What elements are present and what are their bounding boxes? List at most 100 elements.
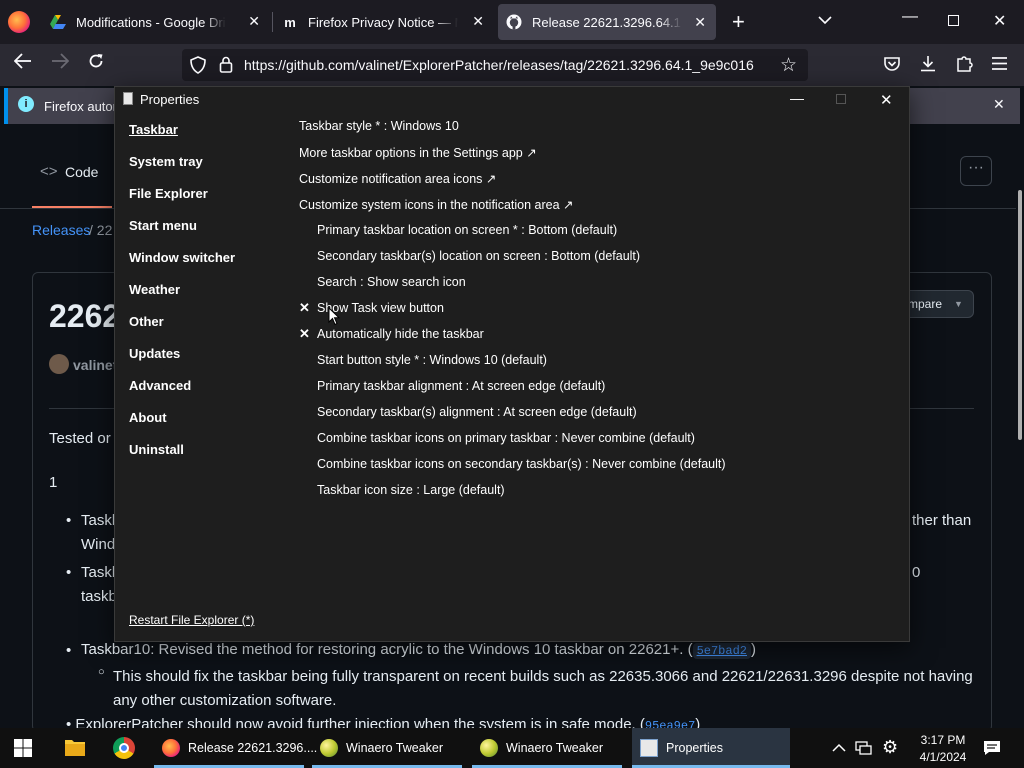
new-tab-button[interactable]: +	[732, 9, 745, 35]
taskbar-button[interactable]: Winaero Tweaker	[472, 728, 622, 768]
restart-file-explorer-link[interactable]: Restart File Explorer (*)	[129, 613, 254, 627]
bullet-text: taskb	[81, 588, 117, 605]
code-brackets-icon: <>	[40, 163, 58, 180]
url-text: https://github.com/valinet/ExplorerPatch…	[244, 57, 754, 73]
bullet-text: Wind	[81, 536, 116, 553]
bullet-taskbar10: Taskbar10: Revised the method for restor…	[81, 641, 756, 659]
nav-item-start-menu[interactable]: Start menu	[129, 218, 197, 233]
author-name[interactable]: valinet	[73, 357, 117, 373]
show-hidden-icons-chevron-icon[interactable]	[832, 740, 846, 758]
github-icon	[506, 14, 522, 30]
close-tab-icon[interactable]: ✕	[472, 13, 484, 30]
bullet-dot: •	[66, 564, 72, 581]
option-row[interactable]: Customize system icons in the notificati…	[299, 197, 573, 212]
commit-hash-link[interactable]: 5e7bad2	[692, 643, 751, 659]
downloads-icon[interactable]	[920, 55, 936, 77]
taskbar-button[interactable]: Release 22621.3296....	[154, 728, 317, 768]
nav-item-window-switcher[interactable]: Window switcher	[129, 250, 235, 265]
code-tab[interactable]: Code	[65, 164, 98, 180]
option-row[interactable]: Search : Show search icon	[317, 275, 466, 289]
tab-google-drive[interactable]: Modifications - Google Drive ✕	[50, 0, 270, 44]
taskbar-button[interactable]: Winaero Tweaker	[312, 728, 462, 768]
chrome-icon[interactable]	[113, 737, 135, 759]
dialog-minimize-icon[interactable]: —	[790, 90, 804, 106]
nav-item-weather[interactable]: Weather	[129, 282, 180, 297]
close-window-icon[interactable]: ✕	[993, 11, 1006, 31]
bullet-text: 0	[912, 564, 921, 581]
taskbar-button[interactable]: Properties	[632, 728, 790, 768]
option-row[interactable]: Taskbar style * : Windows 10	[299, 119, 459, 133]
mouse-cursor-icon	[328, 306, 341, 331]
active-tab-underline	[32, 206, 112, 208]
lock-icon[interactable]	[219, 56, 233, 78]
close-tab-icon[interactable]: ✕	[248, 13, 260, 30]
nav-item-about[interactable]: About	[129, 410, 167, 425]
extensions-puzzle-icon[interactable]	[956, 54, 973, 77]
network-icon[interactable]	[855, 740, 872, 761]
more-options-button[interactable]: ···	[960, 156, 992, 186]
bullet-dot: •	[66, 512, 72, 529]
nav-item-taskbar[interactable]: Taskbar	[129, 122, 178, 137]
option-row[interactable]: Customize notification area icons ↗	[299, 171, 496, 186]
firefox-icon	[162, 739, 180, 757]
option-row[interactable]: Combine taskbar icons on secondary taskb…	[317, 457, 726, 471]
tab-github-release[interactable]: Release 22621.3296.64.1 · valinet ✕	[498, 4, 716, 40]
back-arrow-icon[interactable]	[13, 53, 32, 74]
sub-bullet-circle: ○	[98, 666, 105, 678]
tested-on-text: Tested or	[49, 430, 111, 447]
option-row[interactable]: Primary taskbar alignment : At screen ed…	[317, 379, 605, 393]
nav-item-other[interactable]: Other	[129, 314, 164, 329]
file-explorer-icon[interactable]	[64, 737, 86, 762]
properties-window-icon	[123, 92, 133, 105]
option-row[interactable]: Primary taskbar location on screen * : B…	[317, 223, 617, 237]
tracking-protection-shield-icon[interactable]	[190, 56, 206, 79]
option-row[interactable]: More taskbar options in the Settings app…	[299, 145, 537, 160]
dialog-title: Properties	[140, 92, 200, 107]
taskbar-button-label: Properties	[666, 741, 723, 755]
nav-item-file-explorer[interactable]: File Explorer	[129, 186, 208, 201]
nav-item-system-tray[interactable]: System tray	[129, 154, 203, 169]
info-icon: i	[18, 96, 34, 112]
clock-time[interactable]: 3:17 PM	[916, 733, 970, 747]
firefox-menu-icon[interactable]	[8, 11, 30, 33]
tab-title: Release 22621.3296.64.1 · valinet	[532, 14, 682, 30]
bullet-suffix: )	[751, 641, 756, 658]
option-row[interactable]: Secondary taskbar(s) location on screen …	[317, 249, 640, 263]
author-avatar[interactable]	[49, 354, 69, 374]
breadcrumb-releases[interactable]: Releases	[32, 222, 90, 238]
bullet-body: Revised the method for restoring acrylic…	[154, 641, 693, 658]
bullet-dot: •	[66, 642, 72, 659]
tab-title: Modifications - Google Drive	[76, 14, 226, 30]
dialog-close-icon[interactable]: ✕	[880, 91, 893, 109]
clock-date[interactable]: 4/1/2024	[916, 750, 970, 764]
tab-list-chevron-icon[interactable]	[818, 12, 832, 30]
option-row[interactable]: Secondary taskbar(s) alignment : At scre…	[317, 405, 637, 419]
option-row[interactable]: Combine taskbar icons on primary taskbar…	[317, 431, 695, 445]
hamburger-menu-icon[interactable]	[992, 57, 1007, 75]
close-notification-icon[interactable]: ✕	[993, 96, 1005, 113]
minimize-window-icon[interactable]: —	[902, 8, 918, 26]
google-drive-icon	[50, 14, 66, 30]
bookmark-star-icon[interactable]: ☆	[780, 54, 797, 77]
page-scrollbar-thumb[interactable]	[1018, 190, 1022, 440]
reload-icon[interactable]	[88, 53, 104, 74]
action-center-icon[interactable]	[983, 740, 1001, 761]
nav-item-updates[interactable]: Updates	[129, 346, 180, 361]
nav-item-uninstall[interactable]: Uninstall	[129, 442, 184, 457]
list-number: 1	[49, 474, 58, 491]
maximize-window-icon[interactable]	[948, 15, 959, 26]
option-row[interactable]: Automatically hide the taskbar	[317, 327, 484, 341]
forward-arrow-icon[interactable]	[51, 53, 70, 74]
option-row[interactable]: Start button style * : Windows 10 (defau…	[317, 353, 547, 367]
tab-firefox-privacy[interactable]: m Firefox Privacy Notice — Mozilla ✕	[282, 0, 494, 44]
option-row[interactable]: Taskbar icon size : Large (default)	[317, 483, 505, 497]
nav-item-advanced[interactable]: Advanced	[129, 378, 191, 393]
triangle-down-icon: ▼	[954, 299, 963, 309]
taskbar-button-label: Winaero Tweaker	[346, 741, 444, 755]
settings-gear-icon[interactable]: ⚙	[882, 737, 898, 758]
close-tab-icon[interactable]: ✕	[694, 14, 706, 31]
notification-text: Firefox autom	[44, 99, 124, 114]
windows-start-icon[interactable]	[14, 739, 32, 762]
pocket-icon[interactable]	[884, 56, 900, 76]
bullet-prefix: Taskbar10:	[81, 641, 155, 658]
